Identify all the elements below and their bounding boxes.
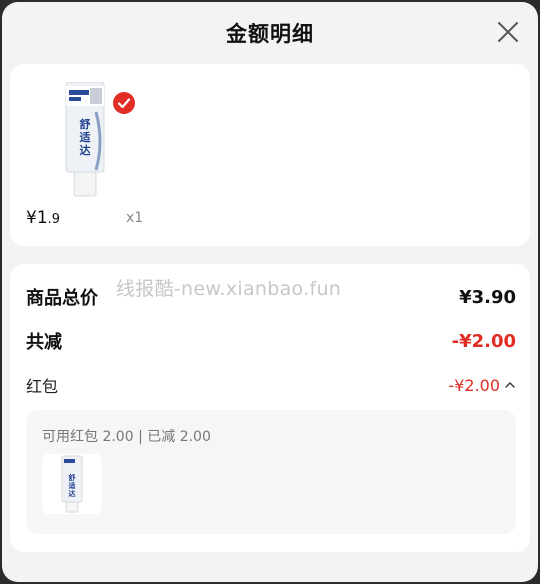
hongbao-value: -¥2.00: [448, 375, 500, 395]
reduce-row: 共减 -¥2.00: [26, 328, 516, 354]
product-card: 舒 适 达 ¥1.9 x1: [10, 64, 530, 246]
chevron-up-icon[interactable]: [504, 380, 516, 390]
total-value: ¥3.90: [459, 286, 516, 308]
toothpaste-product-image[interactable]: 舒 适 达: [60, 82, 110, 200]
amount-detail-sheet: 金额明细 舒 适 达 ¥1.9 x1 线报酷-new.xianbao.fun 商…: [2, 2, 538, 582]
hongbao-value-wrap[interactable]: -¥2.00: [448, 376, 516, 395]
total-label: 商品总价: [26, 288, 98, 309]
hongbao-row[interactable]: 红包 -¥2.00: [26, 373, 516, 397]
product-price: ¥1.9: [26, 208, 60, 228]
svg-text:舒: 舒: [80, 117, 91, 131]
reduce-value: -¥2.00: [451, 330, 516, 352]
total-row: 商品总价 ¥3.90: [26, 284, 516, 310]
price-main: ¥1: [26, 208, 48, 228]
svg-text:达: 达: [80, 143, 91, 157]
svg-text:舒: 舒: [69, 473, 76, 482]
hongbao-label: 红包: [26, 377, 59, 396]
page-title: 金额明细: [226, 22, 314, 46]
selected-check-icon[interactable]: [113, 92, 135, 114]
svg-text:适: 适: [69, 481, 76, 490]
svg-text:适: 适: [80, 130, 91, 144]
reduce-label: 共减: [26, 332, 62, 353]
hongbao-detail-panel: 可用红包 2.00 | 已减 2.00 舒 适 达: [26, 410, 516, 534]
close-icon[interactable]: [496, 20, 520, 44]
toothpaste-thumb-icon: 舒 适 达: [61, 455, 83, 513]
price-cents: .9: [47, 212, 61, 227]
summary-card: 线报酷-new.xianbao.fun 商品总价 ¥3.90 共减 -¥2.00…: [10, 264, 530, 552]
product-thumbnail[interactable]: 舒 适 达: [42, 454, 102, 514]
svg-text:达: 达: [69, 489, 76, 498]
sheet-header: 金额明细: [2, 2, 538, 64]
product-quantity: x1: [126, 210, 144, 226]
hongbao-detail-text: 可用红包 2.00 | 已减 2.00: [42, 429, 211, 445]
